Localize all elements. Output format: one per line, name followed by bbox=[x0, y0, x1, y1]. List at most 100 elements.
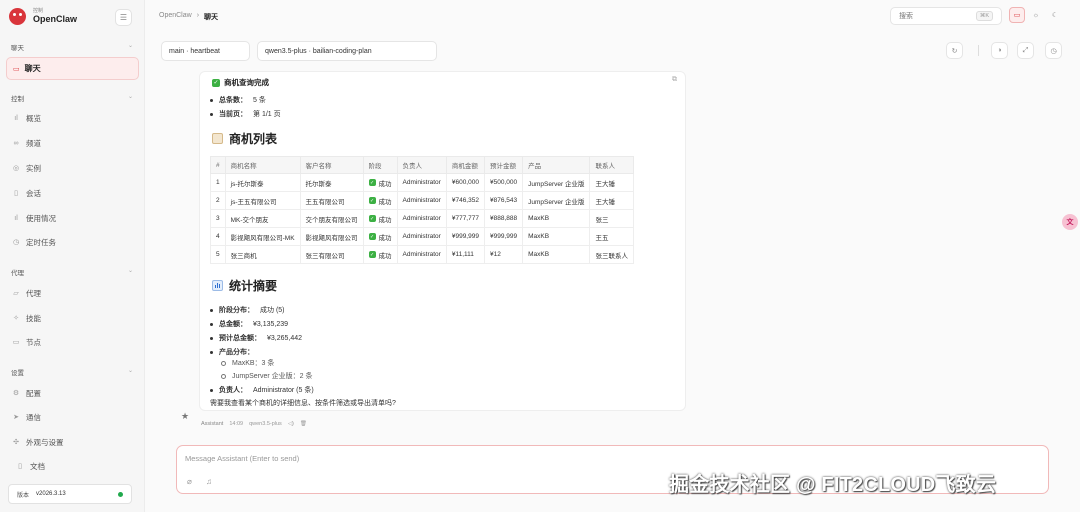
table-cell: ¥999,999 bbox=[483, 227, 524, 246]
version-badge: 版本 v2026.3.13 bbox=[8, 484, 132, 504]
summary-key: 阶段分布： bbox=[219, 307, 254, 314]
table-cell: JumpServer 企业版 bbox=[522, 173, 591, 192]
sidebar-item-overview[interactable]: ıl 概览 bbox=[11, 111, 41, 125]
model-selector[interactable]: qwen3.5-plus · bailian-coding-plan bbox=[257, 41, 437, 61]
sidebar-item-sessions[interactable]: ▯ 会话 bbox=[11, 186, 41, 200]
toolbar-divider bbox=[978, 45, 979, 56]
table-header-cell: 客户名称 bbox=[299, 156, 364, 174]
table-cell: ¥11,111 bbox=[445, 245, 485, 264]
breadcrumb-parent[interactable]: OpenClaw bbox=[159, 12, 192, 22]
paperclip-icon[interactable]: ⌀ bbox=[187, 477, 192, 486]
status-heading: ✓ 商机查询完成 bbox=[212, 77, 269, 88]
sidebar-item-docs[interactable]: ▯ 文档 bbox=[15, 459, 45, 473]
microphone-icon[interactable]: ♫ bbox=[206, 477, 212, 486]
sidebar-item-config[interactable]: ⚙ 配置 bbox=[11, 386, 41, 400]
brand[interactable]: 控制 OpenClaw bbox=[9, 8, 77, 25]
stage-text: 成功 bbox=[378, 198, 392, 206]
table-header-cell: 商机名称 bbox=[224, 156, 301, 174]
sidebar-item-label: 代理 bbox=[26, 288, 41, 298]
list-item: 总金额： ¥3,135,239 bbox=[210, 319, 288, 329]
sidebar-item-chat[interactable]: ▭ 聊天 bbox=[6, 57, 139, 80]
table-cell: MaxKB bbox=[522, 227, 591, 246]
sidebar-item-skills[interactable]: ✧ 技能 bbox=[11, 311, 41, 325]
refresh-button[interactable]: ↻ bbox=[946, 42, 963, 59]
sidebar-item-nodes[interactable]: ▭ 节点 bbox=[11, 335, 41, 349]
section-label-agents[interactable]: 代理 bbox=[11, 267, 24, 277]
speaker-icon[interactable]: ◁) bbox=[288, 421, 294, 427]
table-cell: Administrator bbox=[396, 245, 447, 264]
table-row: 4 影视飓风有限公司-MK 影视飓风有限公司 ✓ 成功 Administrator ¥999… bbox=[210, 227, 634, 246]
theme-switcher: ▭ ☼ ☾ bbox=[1009, 7, 1063, 23]
session-selector[interactable]: main · heartbeat bbox=[161, 41, 250, 61]
breadcrumb-current: 聊天 bbox=[204, 14, 219, 21]
book-icon: ▯ bbox=[18, 463, 22, 470]
summary-value: 成功 (5) bbox=[260, 307, 285, 314]
light-theme-button[interactable]: ☼ bbox=[1028, 7, 1044, 23]
stat-key: 总条数： bbox=[219, 97, 247, 104]
stage-badge: ✓ 成功 bbox=[368, 232, 392, 242]
sidebar-item-label: 使用情况 bbox=[26, 213, 56, 223]
table-cell: 王大锤 bbox=[589, 191, 634, 210]
chevron-down-icon[interactable]: ⌄ bbox=[128, 42, 133, 49]
table-header-cell: 阶段 bbox=[362, 156, 398, 174]
sidebar-item-comms[interactable]: ➤ 通信 bbox=[11, 410, 41, 424]
sidebar-toggle-button[interactable]: ☰ bbox=[115, 9, 132, 26]
trash-icon[interactable]: 🗑 bbox=[300, 421, 307, 427]
list-item: 当前页： 第 1/1 页 bbox=[210, 109, 281, 119]
sidebar-item-cron[interactable]: ◷ 定时任务 bbox=[11, 235, 56, 249]
table-cell: ✓ 成功 bbox=[362, 245, 398, 264]
message-input[interactable] bbox=[185, 454, 785, 463]
heading-text: 商机列表 bbox=[229, 132, 278, 146]
table-cell: 影视飓风有限公司 bbox=[299, 227, 364, 246]
table-cell: ¥777,777 bbox=[445, 209, 485, 228]
table-row: 5 张三商机 张三有限公司 ✓ 成功 Administrator ¥11,111 ¥12 Max… bbox=[210, 245, 634, 264]
meta-time: 14:09 bbox=[229, 421, 244, 427]
sidebar-item-appearance[interactable]: ✣ 外观与设置 bbox=[11, 435, 63, 449]
table-cell: 4 bbox=[210, 227, 226, 246]
sidebar-item-instances[interactable]: ◎ 实例 bbox=[11, 161, 41, 175]
system-theme-button[interactable]: ▭ bbox=[1009, 7, 1025, 23]
history-button[interactable]: ◷ bbox=[1045, 42, 1062, 59]
focus-mode-button[interactable]: ⤢ bbox=[1017, 42, 1034, 59]
search-box[interactable]: 搜索 ⌘K bbox=[890, 7, 1002, 25]
sub-list-item: MaxKB：3 条 bbox=[221, 358, 274, 368]
table-cell: 1 bbox=[210, 173, 226, 192]
table-cell: js-托尔斯泰 bbox=[224, 173, 301, 192]
checkmark-icon: ✓ bbox=[368, 197, 376, 204]
table-cell: 张三商机 bbox=[224, 245, 301, 264]
dark-theme-button[interactable]: ☾ bbox=[1047, 7, 1063, 23]
summary-key: 总金额： bbox=[219, 321, 247, 328]
brand-name: OpenClaw bbox=[33, 14, 78, 24]
table-cell: 5 bbox=[210, 245, 226, 264]
stage-badge: ✓ 成功 bbox=[368, 196, 392, 206]
translate-icon[interactable]: 文 bbox=[1062, 214, 1078, 230]
sidebar-item-agents[interactable]: ▱ 代理 bbox=[11, 286, 41, 300]
table-cell: ✓ 成功 bbox=[362, 209, 398, 228]
section-label-control[interactable]: 控制 bbox=[11, 93, 24, 103]
summary-key: 预计总金额： bbox=[219, 335, 261, 342]
chevron-down-icon[interactable]: ⌄ bbox=[128, 367, 133, 374]
sidebar-item-channels[interactable]: ∞ 频道 bbox=[11, 136, 42, 150]
table-cell: ¥888,888 bbox=[483, 209, 524, 228]
table-header-row: # 商机名称 客户名称 阶段 负责人 商机金额 预计金额 产品 联系人 bbox=[210, 156, 634, 174]
section-label-chat[interactable]: 聊天 bbox=[11, 42, 24, 52]
chevron-down-icon[interactable]: ⌄ bbox=[128, 267, 133, 274]
section-label-settings[interactable]: 设置 bbox=[11, 367, 24, 377]
table-header-cell: 联系人 bbox=[589, 156, 634, 174]
message-meta: Assistant 14:09 qwen3.5-plus ◁) 🗑 bbox=[201, 421, 307, 427]
chevron-down-icon[interactable]: ⌄ bbox=[128, 93, 133, 100]
thinking-toggle-button[interactable]: ◑ bbox=[991, 42, 1008, 59]
stat-key: 当前页： bbox=[219, 111, 247, 118]
heading-text: 统计摘要 bbox=[229, 279, 278, 293]
table-cell: MaxKB bbox=[522, 209, 591, 228]
sidebar-item-usage[interactable]: ıl 使用情况 bbox=[11, 211, 56, 225]
opportunity-table: # 商机名称 客户名称 阶段 负责人 商机金额 预计金额 产品 联系人 1 js-托尔斯泰 托尔斯泰… bbox=[210, 156, 634, 264]
sub-list-item: JumpServer 企业版：2 条 bbox=[221, 371, 313, 381]
section-heading-summary: 统计摘要 bbox=[212, 277, 277, 294]
table-cell: ✓ 成功 bbox=[362, 173, 398, 192]
bar-chart-icon: ıl bbox=[14, 214, 18, 222]
sidebar-item-label: 文档 bbox=[30, 461, 45, 471]
bar-chart-icon: ıl bbox=[14, 114, 18, 122]
table-cell: ¥746,352 bbox=[445, 191, 485, 210]
copy-icon[interactable]: ⧉ bbox=[672, 76, 677, 84]
